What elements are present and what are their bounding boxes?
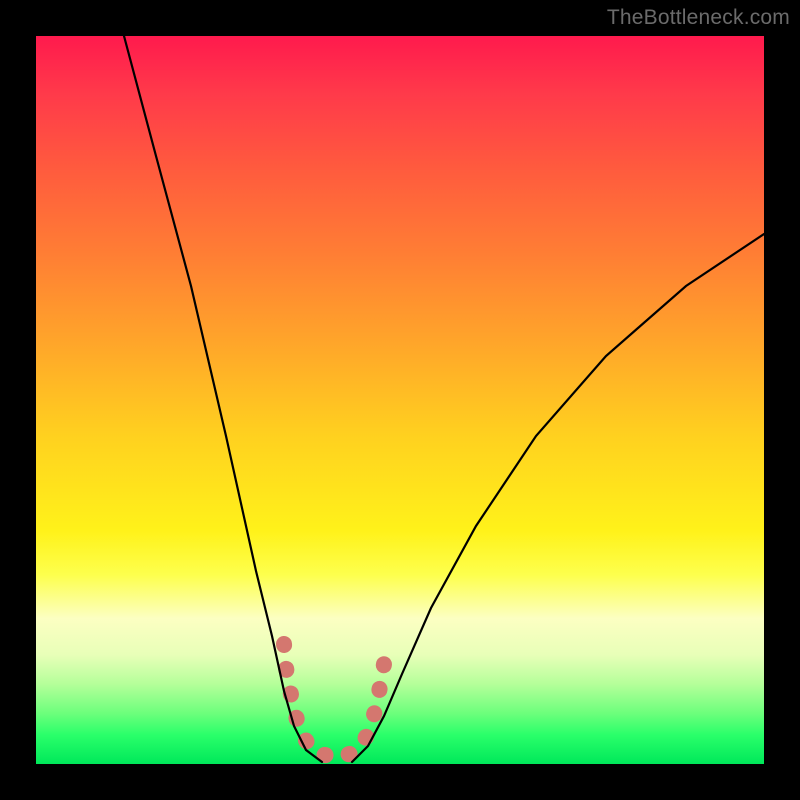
chart-frame: TheBottleneck.com [0, 0, 800, 800]
watermark-label: TheBottleneck.com [607, 6, 790, 30]
right-curve-line [352, 234, 764, 762]
plot-area [36, 36, 764, 764]
curve-layer [36, 36, 764, 764]
left-curve-line [124, 36, 322, 762]
